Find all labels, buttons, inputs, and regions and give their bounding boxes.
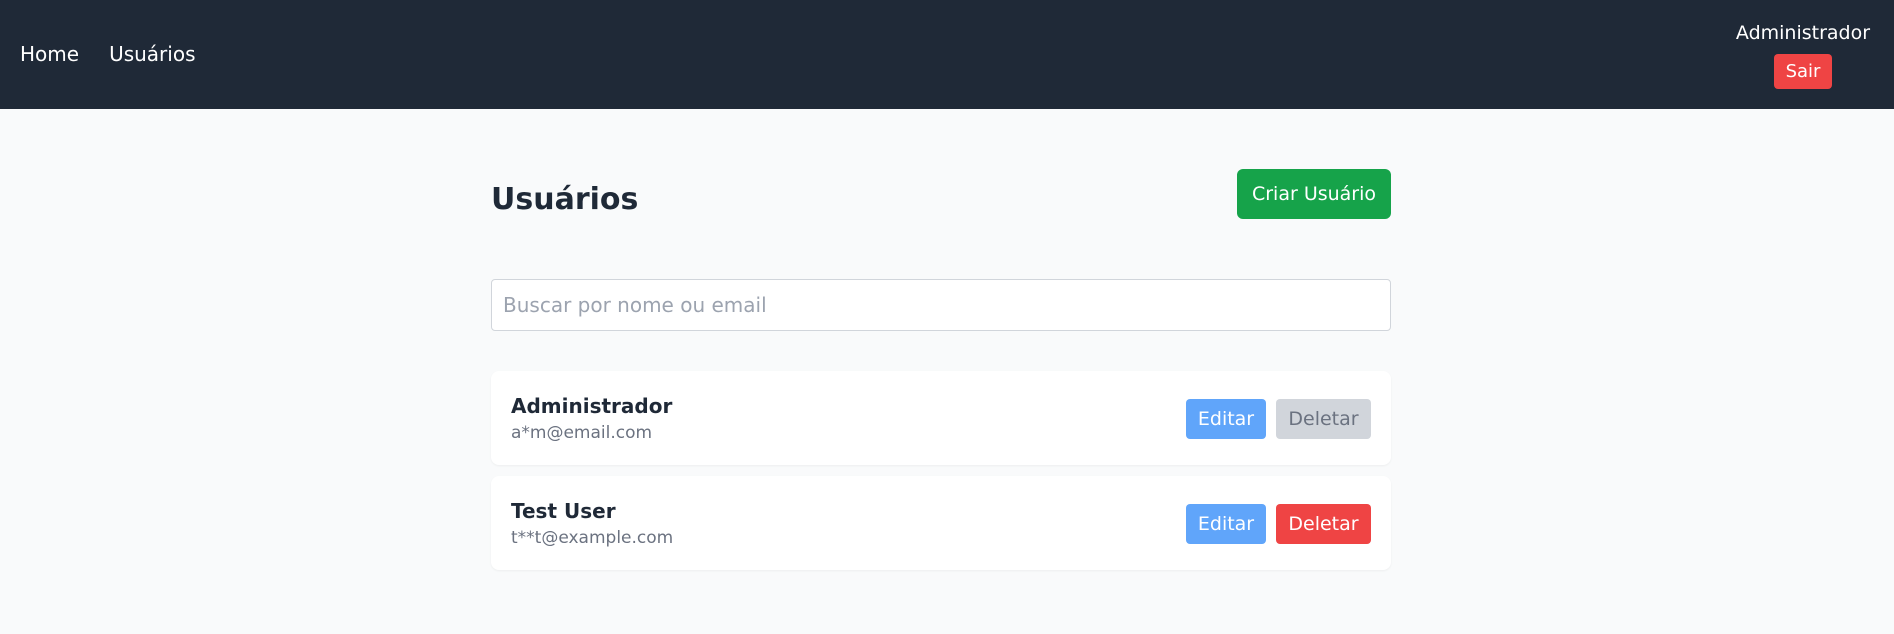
edit-button[interactable]: Editar [1186,399,1266,439]
page-title: Usuários [491,182,639,217]
nav-link-usuarios[interactable]: Usuários [109,42,195,66]
user-info: Administrador a*m@email.com [511,393,672,445]
user-actions: Editar Deletar [1186,399,1371,439]
user-card: Administrador a*m@email.com Editar Delet… [491,371,1391,465]
user-email: a*m@email.com [511,423,653,443]
create-user-button[interactable]: Criar Usuário [1237,169,1391,219]
user-actions: Editar Deletar [1186,504,1371,544]
user-card: Test User t**t@example.com Editar Deleta… [491,476,1391,570]
nav-link-home[interactable]: Home [20,42,79,66]
current-user-name: Administrador [1735,22,1871,44]
user-list: Administrador a*m@email.com Editar Delet… [491,371,1391,581]
nav-links: Home Usuários [20,42,196,66]
user-email: t**t@example.com [511,528,674,548]
user-name: Administrador [511,394,673,418]
top-navbar: Home Usuários Administrador Sair [0,0,1894,109]
nav-user-area: Administrador Sair [1728,20,1878,89]
edit-button[interactable]: Editar [1186,504,1266,544]
logout-button[interactable]: Sair [1774,54,1832,89]
user-name: Test User [511,499,616,523]
search-input[interactable] [491,279,1391,331]
user-info: Test User t**t@example.com [511,498,673,550]
delete-button[interactable]: Deletar [1276,399,1371,439]
delete-button[interactable]: Deletar [1276,504,1371,544]
